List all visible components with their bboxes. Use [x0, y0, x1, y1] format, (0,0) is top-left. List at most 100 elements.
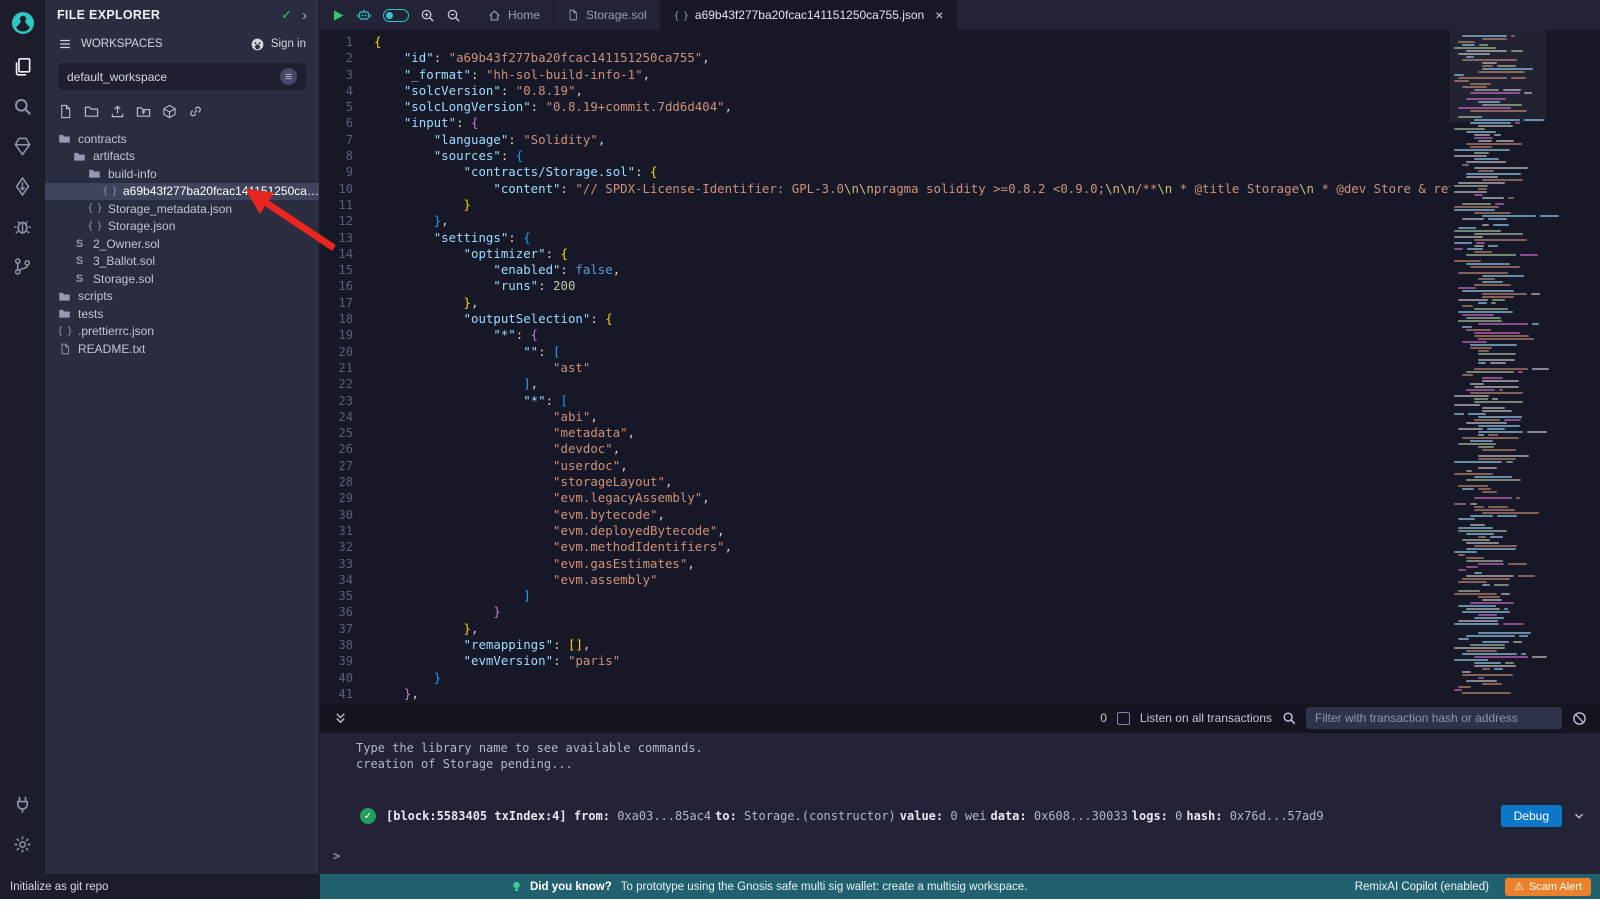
- sidebar-item-solidity-compiler[interactable]: [0, 126, 45, 166]
- sidebar-item-search[interactable]: [0, 86, 45, 126]
- scam-alert-button[interactable]: ⚠ Scam Alert: [1505, 878, 1591, 896]
- file-tree-item[interactable]: S3_Ballot.sol: [45, 253, 319, 271]
- code-line[interactable]: 22 ],: [320, 376, 1450, 392]
- transaction-filter-input[interactable]: [1306, 707, 1562, 729]
- new-folder-button[interactable]: [84, 104, 99, 119]
- code-line[interactable]: 2 "id": "a69b43f277ba20fcac141151250ca75…: [320, 50, 1450, 66]
- workspace-selector[interactable]: default_workspace: [58, 63, 306, 90]
- chevron-right-icon[interactable]: ›: [302, 8, 307, 23]
- code-line[interactable]: 34 "evm.assembly": [320, 572, 1450, 588]
- code-line[interactable]: 36 }: [320, 604, 1450, 620]
- code-line[interactable]: 38 "remappings": [],: [320, 637, 1450, 653]
- file-tree-item[interactable]: { }Storage_metadata.json: [45, 200, 319, 218]
- run-script-button[interactable]: [332, 9, 345, 22]
- file-tree-item[interactable]: { }a69b43f277ba20fcac141151250ca7...: [45, 183, 319, 201]
- code-editor[interactable]: 1{2 "id": "a69b43f277ba20fcac141151250ca…: [320, 30, 1600, 703]
- zoom-in-button[interactable]: [420, 8, 435, 23]
- code-line[interactable]: 39 "evmVersion": "paris": [320, 653, 1450, 669]
- sign-in-button[interactable]: Sign in: [250, 37, 306, 52]
- code-line[interactable]: 9 "contracts/Storage.sol": {: [320, 164, 1450, 180]
- tab-home[interactable]: Home: [475, 0, 554, 30]
- code-line[interactable]: 32 "evm.methodIdentifiers",: [320, 539, 1450, 555]
- check-icon[interactable]: ✓: [281, 7, 292, 23]
- code-line[interactable]: 28 "storageLayout",: [320, 474, 1450, 490]
- minimap[interactable]: [1450, 30, 1546, 703]
- remix-logo[interactable]: [0, 0, 45, 46]
- code-line[interactable]: 31 "evm.deployedBytecode",: [320, 523, 1450, 539]
- code-line[interactable]: 5 "solcLongVersion": "0.8.19+commit.7dd6…: [320, 99, 1450, 115]
- copilot-toggle[interactable]: [383, 6, 409, 24]
- code-line[interactable]: 23 "*": [: [320, 393, 1450, 409]
- terminal-prompt[interactable]: >: [320, 848, 1600, 864]
- file-tree-item[interactable]: scripts: [45, 288, 319, 306]
- code-line[interactable]: 14 "optimizer": {: [320, 246, 1450, 262]
- code-line[interactable]: 20 "": [: [320, 344, 1450, 360]
- tab-storage-sol[interactable]: Storage.sol: [554, 0, 661, 30]
- copilot-status-item[interactable]: RemixAI Copilot (enabled): [1355, 881, 1489, 893]
- file-tree-item[interactable]: SStorage.sol: [45, 270, 319, 288]
- sidebar-item-plugin-manager[interactable]: [0, 784, 45, 824]
- clear-console-icon[interactable]: [1572, 711, 1587, 726]
- workspace-options-icon[interactable]: [280, 68, 297, 85]
- code-line[interactable]: 41 },: [320, 686, 1450, 702]
- code-line[interactable]: 10 "content": "// SPDX-License-Identifie…: [320, 181, 1450, 197]
- file-tree-item[interactable]: contracts: [45, 130, 319, 148]
- file-tree-item[interactable]: tests: [45, 305, 319, 323]
- code-line[interactable]: 27 "userdoc",: [320, 458, 1450, 474]
- sidebar-item-git[interactable]: [0, 246, 45, 286]
- code-line[interactable]: 30 "evm.bytecode",: [320, 507, 1450, 523]
- code-line[interactable]: 3 "_format": "hh-sol-build-info-1",: [320, 67, 1450, 83]
- code-line[interactable]: 12 },: [320, 213, 1450, 229]
- file-tree-item[interactable]: artifacts: [45, 148, 319, 166]
- code-line[interactable]: 17 },: [320, 295, 1450, 311]
- code-line[interactable]: 13 "settings": {: [320, 230, 1450, 246]
- code-line[interactable]: 19 "*": {: [320, 327, 1450, 343]
- code-line[interactable]: 4 "solcVersion": "0.8.19",: [320, 83, 1450, 99]
- file-tree-item[interactable]: { }Storage.json: [45, 218, 319, 236]
- expand-transaction-icon[interactable]: [1572, 809, 1586, 823]
- hamburger-menu-icon[interactable]: [58, 37, 72, 51]
- sidebar-item-debugger[interactable]: [0, 206, 45, 246]
- import-url-button[interactable]: [188, 104, 203, 119]
- code-line[interactable]: 33 "evm.gasEstimates",: [320, 556, 1450, 572]
- expand-terminal-icon[interactable]: [333, 711, 348, 726]
- code-line[interactable]: 11 }: [320, 197, 1450, 213]
- transaction-field: from: 0xa03...85ac4: [574, 809, 711, 823]
- tab-a69b43f277ba20fcac141151250ca755-json[interactable]: { }a69b43f277ba20fcac141151250ca755.json…: [661, 0, 958, 30]
- zoom-out-button[interactable]: [446, 8, 461, 23]
- code-line[interactable]: 21 "ast": [320, 360, 1450, 376]
- code-line[interactable]: 26 "devdoc",: [320, 441, 1450, 457]
- listen-all-transactions-checkbox[interactable]: [1117, 712, 1130, 725]
- code-line[interactable]: 1{: [320, 34, 1450, 50]
- code-line[interactable]: 15 "enabled": false,: [320, 262, 1450, 278]
- sidebar-item-settings[interactable]: [0, 824, 45, 864]
- git-init-status-item[interactable]: Initialize as git repo: [0, 874, 320, 899]
- code-line[interactable]: 8 "sources": {: [320, 148, 1450, 164]
- upload-folder-button[interactable]: [136, 104, 151, 119]
- code-line[interactable]: 25 "metadata",: [320, 425, 1450, 441]
- code-line[interactable]: 18 "outputSelection": {: [320, 311, 1450, 327]
- close-icon[interactable]: ×: [935, 7, 943, 23]
- ai-copilot-button[interactable]: [356, 7, 372, 23]
- debug-button[interactable]: Debug: [1501, 805, 1562, 827]
- terminal[interactable]: Type the library name to see available c…: [320, 733, 1600, 874]
- publish-ipfs-button[interactable]: [162, 104, 177, 119]
- code-line[interactable]: 16 "runs": 200: [320, 278, 1450, 294]
- code-line[interactable]: 6 "input": {: [320, 115, 1450, 131]
- file-tree-item[interactable]: build-info: [45, 165, 319, 183]
- listen-all-transactions-label[interactable]: Listen on all transactions: [1140, 711, 1272, 725]
- transaction-log-row[interactable]: ✓ [block:5583405 txIndex:4] from: 0xa03.…: [320, 800, 1600, 832]
- sidebar-item-file-explorer[interactable]: [0, 46, 45, 86]
- sidebar-item-deploy-run[interactable]: [0, 166, 45, 206]
- code-line[interactable]: 29 "evm.legacyAssembly",: [320, 490, 1450, 506]
- code-line[interactable]: 35 ]: [320, 588, 1450, 604]
- file-tree-item[interactable]: { }.prettierrc.json: [45, 323, 319, 341]
- code-line[interactable]: 37 },: [320, 621, 1450, 637]
- new-file-button[interactable]: [58, 104, 73, 119]
- file-tree-item[interactable]: S2_Owner.sol: [45, 235, 319, 253]
- code-line[interactable]: 24 "abi",: [320, 409, 1450, 425]
- file-tree-item[interactable]: README.txt: [45, 340, 319, 358]
- upload-file-button[interactable]: [110, 104, 125, 119]
- code-line[interactable]: 7 "language": "Solidity",: [320, 132, 1450, 148]
- code-line[interactable]: 40 }: [320, 670, 1450, 686]
